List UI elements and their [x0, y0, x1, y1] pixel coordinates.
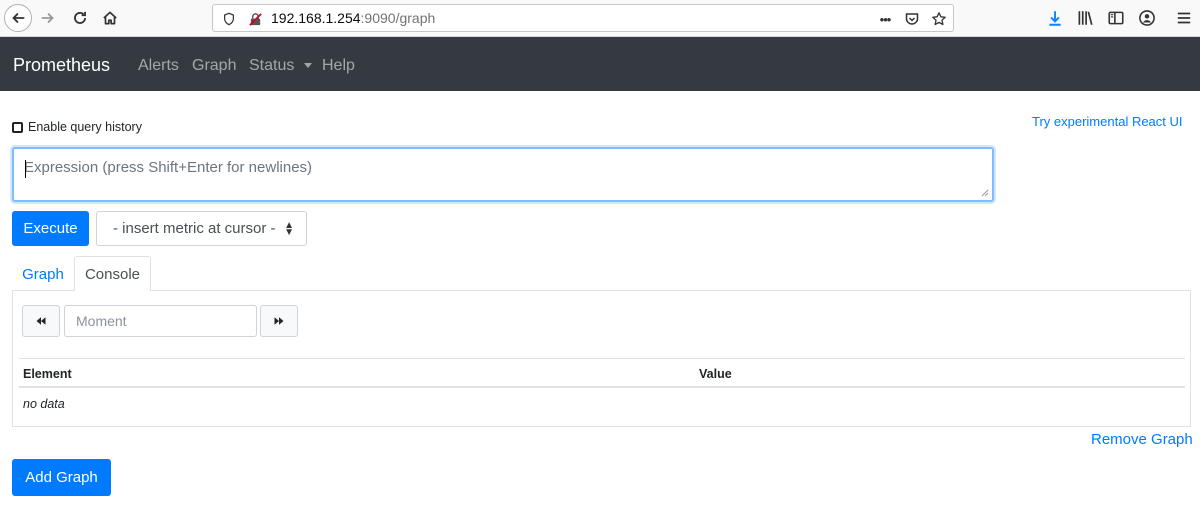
- forward-icon[interactable]: [34, 4, 62, 32]
- account-icon[interactable]: [1133, 4, 1161, 32]
- react-ui-link[interactable]: Try experimental React UI: [1032, 114, 1183, 129]
- select-arrows-icon: ▲ ▼: [284, 220, 294, 238]
- home-icon[interactable]: [96, 4, 124, 32]
- nav-alerts[interactable]: Alerts: [138, 57, 179, 75]
- tab-console[interactable]: Console: [74, 256, 151, 291]
- fast-backward-icon: [36, 317, 46, 325]
- table-header-border: [19, 386, 1185, 388]
- expression-placeholder: Expression (press Shift+Enter for newlin…: [24, 159, 313, 176]
- insert-metric-select[interactable]: - insert metric at cursor - ▲ ▼: [96, 211, 307, 246]
- caret-down-icon: [303, 63, 312, 69]
- more-icon[interactable]: •••: [875, 10, 895, 28]
- brand[interactable]: Prometheus: [13, 55, 110, 76]
- menu-icon[interactable]: [1170, 4, 1198, 32]
- browser-toolbar: 192.168.1.254:9090/graph •••: [0, 0, 1200, 37]
- column-header-value: Value: [699, 367, 732, 381]
- moment-input[interactable]: Moment: [64, 305, 257, 337]
- text-cursor: [25, 160, 26, 178]
- url-text: 192.168.1.254:9090/graph: [271, 10, 435, 26]
- sidebar-icon[interactable]: [1102, 4, 1130, 32]
- add-graph-button[interactable]: Add Graph: [12, 459, 111, 496]
- time-forward-button[interactable]: [260, 305, 298, 337]
- nav-status-label: Status: [249, 57, 295, 74]
- url-bar[interactable]: 192.168.1.254:9090/graph •••: [212, 4, 954, 32]
- query-history-label: Enable query history: [28, 120, 142, 134]
- query-history-checkbox[interactable]: [12, 121, 23, 133]
- nav-help[interactable]: Help: [322, 57, 355, 75]
- expression-input[interactable]: Expression (press Shift+Enter for newlin…: [12, 147, 994, 202]
- insecure-lock-icon[interactable]: [247, 11, 263, 27]
- library-icon[interactable]: [1071, 4, 1099, 32]
- insert-metric-label: - insert metric at cursor -: [113, 220, 276, 237]
- execute-button[interactable]: Execute: [12, 211, 89, 246]
- table-top-border: [19, 358, 1185, 359]
- reload-icon[interactable]: [66, 4, 94, 32]
- fast-forward-icon: [274, 317, 284, 325]
- column-header-element: Element: [23, 367, 72, 381]
- no-data-text: no data: [23, 397, 65, 411]
- query-history-toggle[interactable]: Enable query history: [12, 120, 142, 134]
- navbar: Prometheus Alerts Graph Status Help: [0, 37, 1200, 91]
- tab-graph[interactable]: Graph: [12, 257, 74, 291]
- nav-status[interactable]: Status: [249, 57, 312, 75]
- pocket-icon[interactable]: [902, 10, 922, 28]
- bookmark-star-icon[interactable]: [929, 10, 949, 28]
- shield-icon[interactable]: [221, 11, 237, 27]
- time-back-button[interactable]: [22, 305, 60, 337]
- back-icon[interactable]: [4, 4, 32, 32]
- resize-grip-icon[interactable]: [981, 189, 989, 197]
- remove-graph-link[interactable]: Remove Graph: [1091, 431, 1193, 448]
- download-icon[interactable]: [1041, 4, 1069, 32]
- url-path: :9090/graph: [360, 10, 436, 26]
- url-host: 192.168.1.254: [271, 10, 361, 26]
- nav-graph[interactable]: Graph: [192, 57, 236, 75]
